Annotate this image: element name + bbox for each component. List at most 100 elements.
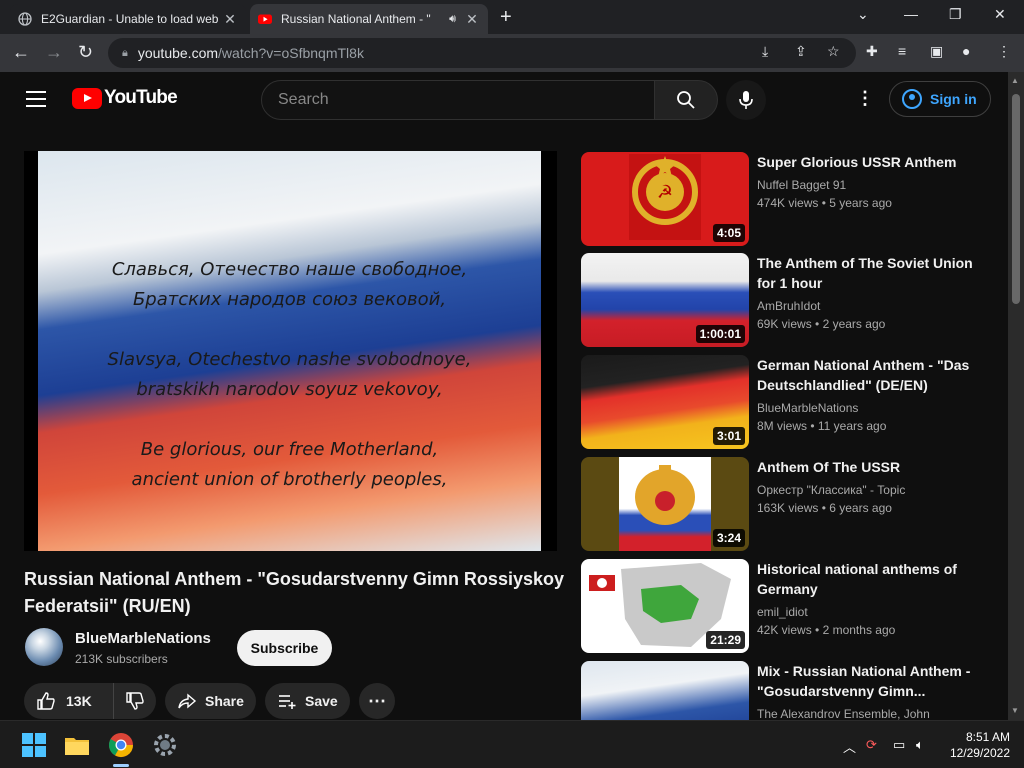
lyric-line: Братских народов союз вековой, xyxy=(132,289,447,310)
page-scrollbar[interactable]: ▲ ▼ xyxy=(1008,72,1024,720)
minimize-button[interactable]: — xyxy=(904,6,918,22)
video-title[interactable]: German National Anthem - "Das Deutschlan… xyxy=(757,355,977,395)
close-tab-icon[interactable]: ✕ xyxy=(222,11,238,28)
search-button[interactable] xyxy=(654,80,718,120)
windows-start-icon[interactable] xyxy=(20,731,48,759)
voice-search-button[interactable] xyxy=(726,80,766,120)
settings-gear-icon[interactable] xyxy=(151,731,179,759)
sign-in-button[interactable]: Sign in xyxy=(889,81,991,117)
youtube-header: YouTube Search ⋮ Sign in xyxy=(0,72,1008,128)
address-bar[interactable]: 🔒︎ youtube.com/watch?v=oSfbnqmTl8k xyxy=(108,38,856,68)
upload-age: 5 years ago xyxy=(829,196,892,210)
tab-search-icon[interactable]: ⌄ xyxy=(857,6,869,23)
upload-age: 6 years ago xyxy=(829,501,892,515)
media-control-icon[interactable]: ≡ xyxy=(898,43,906,59)
video-thumbnail[interactable]: 1:00:01 xyxy=(581,253,749,347)
video-channel[interactable]: Nuffel Bagget 91 xyxy=(757,178,846,192)
browser-toolbar: ← → ↻ 🔒︎ youtube.com/watch?v=oSfbnqmTl8k… xyxy=(0,34,1024,72)
settings-more-icon[interactable]: ⋮ xyxy=(856,88,874,109)
bookmark-star-icon[interactable]: ☆ xyxy=(827,43,840,60)
install-app-icon[interactable]: ⤓ xyxy=(762,43,768,60)
russian-coat-of-arms-image xyxy=(619,457,711,551)
search-input[interactable]: Search xyxy=(261,80,655,120)
side-panel-icon[interactable]: ▣ xyxy=(930,43,943,60)
video-channel[interactable]: AmBruhIdot xyxy=(757,299,820,313)
scroll-down-icon[interactable]: ▼ xyxy=(1011,706,1019,715)
video-title[interactable]: Historical national anthems of Germany xyxy=(757,559,977,599)
save-button[interactable]: Save xyxy=(265,683,350,719)
reload-icon[interactable]: ↻ xyxy=(78,42,93,63)
more-horizontal-icon: ⋯ xyxy=(368,690,386,711)
video-title[interactable]: Mix - Russian National Anthem - "Gosudar… xyxy=(757,661,977,701)
channel-avatar[interactable] xyxy=(25,628,63,666)
active-app-indicator xyxy=(113,764,129,767)
logo-text: YouTube xyxy=(104,87,178,108)
video-title[interactable]: Anthem Of The USSR xyxy=(757,457,977,477)
recommended-video[interactable]: 3:01 German National Anthem - "Das Deuts… xyxy=(581,355,991,451)
extensions-puzzle-icon[interactable]: ✚ xyxy=(866,43,878,60)
video-thumbnail[interactable]: 3:24 xyxy=(581,457,749,551)
scroll-up-icon[interactable]: ▲ xyxy=(1011,76,1019,85)
show-hidden-icons-chevron-icon[interactable]: ︿ xyxy=(843,737,856,756)
video-title: Russian National Anthem - "Gosudarstvenn… xyxy=(24,569,564,616)
video-title[interactable]: Super Glorious USSR Anthem xyxy=(757,152,977,172)
youtube-play-icon xyxy=(72,87,102,109)
chrome-menu-icon[interactable]: ⋮ xyxy=(997,43,1011,60)
recommended-video[interactable]: ☭ 4:05 Super Glorious USSR Anthem Nuffel… xyxy=(581,152,991,248)
restore-button[interactable]: ❐ xyxy=(949,6,962,23)
view-count: 8M views xyxy=(757,419,808,433)
svg-text:☭: ☭ xyxy=(657,182,673,203)
chrome-icon[interactable] xyxy=(107,731,135,759)
globe-icon xyxy=(18,12,32,26)
hamburger-menu-icon[interactable] xyxy=(26,91,46,112)
dislike-button[interactable] xyxy=(114,683,156,719)
back-arrow-icon[interactable]: ← xyxy=(12,42,30,63)
recommended-video[interactable]: 21:29 Historical national anthems of Ger… xyxy=(581,559,991,655)
video-thumbnail[interactable]: 3:01 xyxy=(581,355,749,449)
video-title[interactable]: The Anthem of The Soviet Union for 1 hou… xyxy=(757,253,977,293)
sync-alert-icon[interactable]: ⟳ xyxy=(866,737,877,753)
view-count: 163K views xyxy=(757,501,819,515)
taskbar-clock[interactable]: 8:51 AM 12/29/2022 xyxy=(946,729,1010,761)
volume-icon[interactable]: 🔈︎ xyxy=(916,737,924,753)
browser-tab-e2guardian[interactable]: E2Guardian - Unable to load web ✕ xyxy=(10,4,246,34)
video-thumbnail[interactable] xyxy=(581,661,749,720)
upload-age: 2 months ago xyxy=(822,623,896,637)
youtube-logo[interactable]: YouTube xyxy=(72,87,178,109)
audio-playing-icon[interactable]: 🔊︎ xyxy=(449,13,456,26)
subscribe-button[interactable]: Subscribe xyxy=(237,630,332,666)
recommended-video[interactable]: Mix - Russian National Anthem - "Gosudar… xyxy=(581,661,991,720)
video-channel[interactable]: emil_idiot xyxy=(757,605,808,619)
close-window-button[interactable]: ✕ xyxy=(994,6,1006,23)
save-label: Save xyxy=(305,693,338,709)
recommended-video[interactable]: 3:24 Anthem Of The USSR Оркестр "Классик… xyxy=(581,457,991,553)
recommended-video[interactable]: 1:00:01 The Anthem of The Soviet Union f… xyxy=(581,253,991,349)
search-icon xyxy=(677,91,695,109)
video-channel[interactable]: The Alexandrov Ensemble, John xyxy=(757,707,930,720)
youtube-favicon-icon xyxy=(258,14,272,24)
share-button[interactable]: Share xyxy=(165,683,256,719)
tab-title: Russian National Anthem - " xyxy=(281,12,431,26)
forward-arrow-icon[interactable]: → xyxy=(45,42,63,63)
url-host: youtube.com xyxy=(137,45,219,61)
scrollbar-thumb[interactable] xyxy=(1012,94,1020,304)
new-tab-button[interactable]: + xyxy=(500,6,512,29)
video-thumbnail[interactable]: ☭ 4:05 xyxy=(581,152,749,246)
browser-tab-youtube[interactable]: Russian National Anthem - " 🔊︎ ✕ xyxy=(250,4,488,34)
close-tab-icon[interactable]: ✕ xyxy=(464,11,480,28)
video-channel[interactable]: Оркестр "Классика" - Topic xyxy=(757,483,905,497)
video-duration: 1:00:01 xyxy=(695,325,745,343)
profile-icon[interactable]: ● xyxy=(962,43,970,59)
video-player[interactable]: Славься, Отечество наше свободное, Братс… xyxy=(24,151,557,551)
thumbs-up-icon xyxy=(37,692,55,710)
file-explorer-icon[interactable] xyxy=(63,731,91,759)
share-page-icon[interactable]: ⇪ xyxy=(795,43,807,60)
network-icon[interactable]: ▭ xyxy=(893,737,905,753)
more-actions-button[interactable]: ⋯ xyxy=(359,683,395,719)
clock-time: 8:51 AM xyxy=(965,730,1010,744)
like-button[interactable]: 13K xyxy=(24,683,114,719)
video-channel[interactable]: BlueMarbleNations xyxy=(757,401,858,415)
video-thumbnail[interactable]: 21:29 xyxy=(581,559,749,653)
upload-age: 11 years ago xyxy=(817,419,887,433)
channel-name[interactable]: BlueMarbleNations xyxy=(75,630,211,647)
